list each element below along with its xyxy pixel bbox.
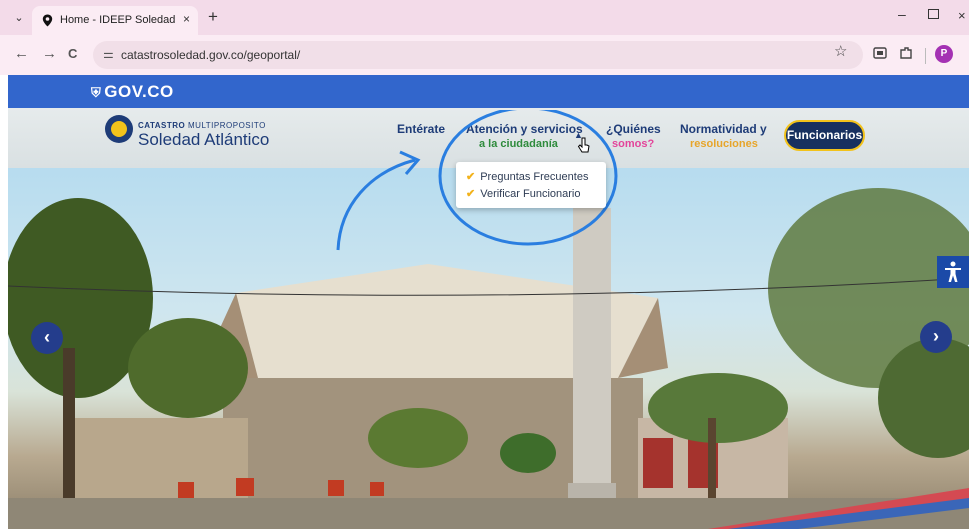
browser-tab-bar: ⌄ Home - IDEEP Soledad × + – × <box>0 0 969 35</box>
nav-normatividad[interactable]: Normatividad y <box>680 122 767 136</box>
extensions-icon[interactable] <box>899 47 913 59</box>
gov-co-logo[interactable]: ⛨ GOV.CO <box>91 82 174 102</box>
carousel-prev-button[interactable]: ‹ <box>31 322 63 354</box>
check-icon: ✔ <box>466 188 476 200</box>
shield-icon: ⛨ <box>91 85 102 100</box>
address-bar[interactable]: ⚌ catastrosoledad.gov.co/geoportal/ <box>93 41 863 69</box>
site-info-icon[interactable]: ⚌ <box>103 47 114 61</box>
tab-title: Home - IDEEP Soledad <box>60 14 176 26</box>
funcionarios-button[interactable]: Funcionarios <box>784 120 865 151</box>
check-icon: ✔ <box>466 171 476 183</box>
browser-toolbar: ← → C ⚌ catastrosoledad.gov.co/geoportal… <box>0 35 969 75</box>
catastro-logo-icon[interactable] <box>105 115 133 143</box>
accessibility-figure-icon <box>945 261 961 282</box>
gov-bar: ⛨ GOV.CO <box>8 75 969 108</box>
gov-logo-text: GOV.CO <box>104 82 174 101</box>
brand-tagline-bold: CATASTRO <box>138 121 186 130</box>
accessibility-icon[interactable] <box>937 256 969 288</box>
restore-button[interactable] <box>928 9 939 19</box>
brand-tagline: CATASTRO MULTIPROPOSITO <box>138 121 266 130</box>
carousel-next-button[interactable]: › <box>920 321 952 353</box>
back-button[interactable]: ← <box>14 46 29 62</box>
nav-normatividad-sub[interactable]: resoluciones <box>690 138 758 150</box>
new-tab-button[interactable]: + <box>208 8 218 25</box>
tab-search-button[interactable]: ⌄ <box>10 10 28 26</box>
minimize-button[interactable]: – <box>898 6 906 22</box>
bookmark-star-icon[interactable]: ☆ <box>834 44 847 60</box>
browser-tab[interactable]: Home - IDEEP Soledad × <box>32 6 198 35</box>
url-text[interactable]: catastrosoledad.gov.co/geoportal/ <box>121 48 300 62</box>
brand-name[interactable]: Soledad Atlántico <box>138 130 269 150</box>
window-close-button[interactable]: × <box>958 8 966 23</box>
brand-tagline-light: MULTIPROPOSITO <box>188 121 266 130</box>
toolbar-divider <box>925 48 926 64</box>
profile-avatar[interactable]: P <box>935 45 953 63</box>
menu-item-label: Verificar Funcionario <box>480 188 581 200</box>
tab-close-button[interactable]: × <box>183 12 190 26</box>
menu-item-preguntas[interactable]: ✔ Preguntas Frecuentes <box>466 170 588 183</box>
menu-item-verificar[interactable]: ✔ Verificar Funcionario <box>466 187 581 200</box>
reload-button[interactable]: C <box>68 46 77 62</box>
hand-cursor-icon <box>577 137 590 153</box>
location-pin-icon <box>42 14 53 27</box>
cast-icon[interactable] <box>873 47 887 59</box>
forward-button[interactable]: → <box>42 46 57 62</box>
dropdown-menu: ✔ Preguntas Frecuentes ✔ Verificar Funcion… <box>456 162 606 208</box>
menu-item-label: Preguntas Frecuentes <box>480 171 589 183</box>
